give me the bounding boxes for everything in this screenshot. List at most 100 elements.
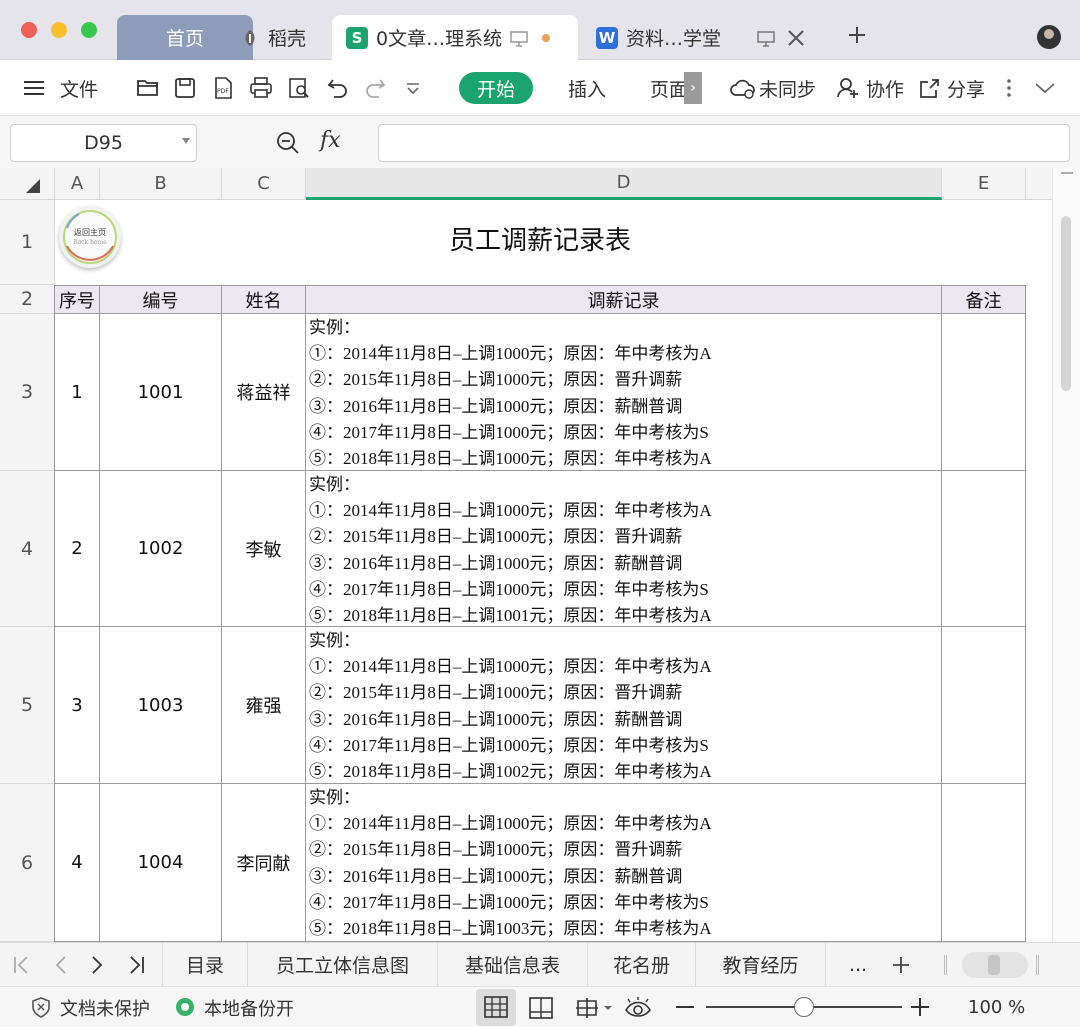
header-cell-name[interactable]: 姓名 [222,285,306,314]
reading-mode-icon[interactable] [574,996,614,1020]
zoom-level[interactable]: 100 % [968,987,1025,1028]
share-button[interactable]: 分享 [947,60,985,116]
header-cell-record[interactable]: 调薪记录 [306,285,942,314]
ribbon-scroll-right-icon[interactable]: › [684,72,702,104]
undo-icon[interactable] [326,76,350,100]
cell-employee-id[interactable]: 1001 [100,314,222,471]
ribbon-tab-start[interactable]: 开始 [459,72,533,104]
eye-protection-icon[interactable] [624,996,652,1020]
row-header-2[interactable]: 2 [0,285,55,314]
tab-home[interactable]: 首页 [117,15,253,60]
menu-icon[interactable] [22,76,46,100]
insert-function-button[interactable]: fx [320,128,341,153]
tab-active-document[interactable]: S 0文章…理系统 [332,15,578,60]
sheet-tab-education[interactable]: 教育经历 [696,943,826,986]
cell-employee-name[interactable]: 李敏 [222,471,306,627]
cell-salary-record[interactable]: 实例： ①：2014年11月8日–上调1000元；原因：年中考核为A ②：2015年… [306,627,942,784]
last-sheet-icon[interactable] [126,954,148,976]
page-break-view-icon[interactable] [528,996,554,1020]
minimize-window-button[interactable] [51,22,67,38]
vertical-scroll-thumb[interactable] [1061,216,1071,391]
column-header-b[interactable]: B [100,168,222,200]
redo-icon[interactable] [363,76,387,100]
cell-employee-name[interactable]: 雍强 [222,627,306,784]
cell-note[interactable] [942,784,1026,942]
header-cell-note[interactable]: 备注 [942,285,1026,314]
first-sheet-icon[interactable] [10,954,32,976]
share-icon[interactable] [918,76,942,100]
close-tab-icon[interactable] [787,29,805,47]
cell-employee-name[interactable]: 李同献 [222,784,306,942]
sheet-tab-catalog[interactable]: 目录 [162,943,248,986]
zoom-formula-icon[interactable] [275,130,301,156]
more-vertical-icon[interactable] [1000,76,1018,100]
zoom-out-icon[interactable] [676,1006,694,1008]
cell-salary-record[interactable]: 实例： ①：2014年11月8日–上调1000元；原因：年中考核为A ②：2015年… [306,784,942,942]
more-sheets-button[interactable]: ... [836,943,880,986]
local-backup-status[interactable]: 本地备份开 [204,987,294,1028]
cell-employee-id[interactable]: 1003 [100,627,222,784]
column-header-e[interactable]: E [942,168,1026,200]
collapse-ribbon-icon[interactable] [1033,76,1057,100]
collaborate-icon[interactable] [836,76,860,100]
add-sheet-icon[interactable] [890,954,912,976]
file-menu[interactable]: 文件 [60,60,98,116]
avatar[interactable] [1037,25,1061,49]
cell-employee-id[interactable]: 1002 [100,471,222,627]
cell-note[interactable] [942,471,1026,627]
cell-salary-record[interactable]: 实例： ①：2014年11月8日–上调1000元；原因：年中考核为A ②：2015年… [306,314,942,471]
collaborate-button[interactable]: 协作 [866,60,904,116]
close-window-button[interactable] [21,22,37,38]
zoom-window-button[interactable] [81,22,97,38]
column-header-a[interactable]: A [55,168,100,200]
horizontal-scroll-thumb[interactable] [988,955,1000,975]
row-header-1[interactable]: 1 [0,200,55,285]
new-tab-icon[interactable] [846,24,868,46]
more-quick-actions-icon[interactable] [401,76,425,100]
formula-input[interactable] [378,124,1070,162]
print-icon[interactable] [249,76,273,100]
row-header-3[interactable]: 3 [0,314,55,471]
cell-salary-record[interactable]: 实例： ①：2014年11月8日–上调1000元；原因：年中考核为A ②：2015年… [306,471,942,627]
zoom-in-icon[interactable] [910,997,930,1017]
name-box[interactable]: D95 [10,124,197,162]
document-protection-status[interactable]: 文档未保护 [60,987,150,1028]
cell-seq[interactable]: 2 [55,471,100,627]
tab-daoke[interactable]: 稻壳 [240,15,330,60]
ribbon-tab-insert[interactable]: 插入 [568,60,606,116]
cloud-sync-icon[interactable] [729,76,755,100]
row-header-6[interactable]: 6 [0,784,55,942]
print-preview-icon[interactable] [287,76,311,100]
tab-document-2[interactable]: W 资料…学堂 [596,15,826,60]
cell-seq[interactable]: 1 [55,314,100,471]
select-all-corner[interactable] [0,168,55,200]
sheet-tab-roster[interactable]: 花名册 [588,943,696,986]
row-header-5[interactable]: 5 [0,627,55,784]
column-header-d[interactable]: D [306,168,942,200]
next-sheet-icon[interactable] [86,954,108,976]
cell-note[interactable] [942,627,1026,784]
column-header-c[interactable]: C [222,168,306,200]
sheet-tab-basic-info[interactable]: 基础信息表 [438,943,588,986]
header-cell-id[interactable]: 编号 [100,285,222,314]
cell-employee-name[interactable]: 蒋益祥 [222,314,306,471]
cell-note[interactable] [942,314,1026,471]
open-folder-icon[interactable] [136,76,160,100]
sheet-tab-employee-chart[interactable]: 员工立体信息图 [248,943,438,986]
prev-sheet-icon[interactable] [50,954,72,976]
save-icon[interactable] [173,76,197,100]
splitter-icon[interactable] [1036,955,1039,975]
cell-seq[interactable]: 3 [55,627,100,784]
cell-seq[interactable]: 4 [55,784,100,942]
export-pdf-icon[interactable]: PDF [211,76,235,100]
back-home-logo[interactable]: 返回主页 Back home [59,206,121,268]
header-cell-seq[interactable]: 序号 [55,285,100,314]
sync-status[interactable]: 未同步 [759,60,816,116]
vertical-scrollbar[interactable] [1052,168,1080,942]
cell-employee-id[interactable]: 1004 [100,784,222,942]
row-header-4[interactable]: 4 [0,471,55,627]
splitter-icon[interactable] [944,955,947,975]
horizontal-scrollbar[interactable] [962,952,1028,978]
ribbon-tab-page[interactable]: 页面 [650,60,688,116]
normal-view-button[interactable] [476,989,516,1026]
